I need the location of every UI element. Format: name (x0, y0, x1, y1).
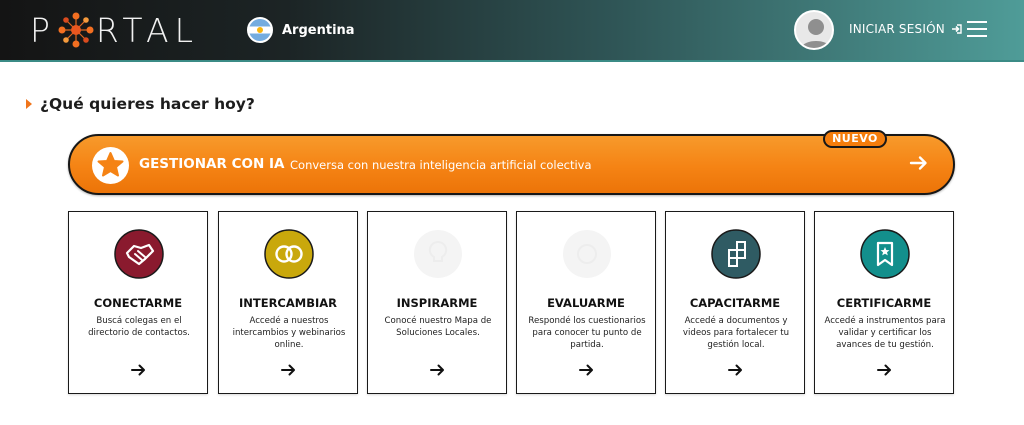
login-label: INICIAR SESIÓN (849, 22, 945, 36)
logo-text-left: P (30, 10, 56, 50)
user-silhouette-icon (800, 19, 832, 48)
card-title: CERTIFICARME (836, 296, 932, 310)
arrow-right-icon (728, 364, 742, 376)
handshake-icon (114, 229, 164, 279)
card-intercambiar[interactable]: INTERCAMBIAR Accedé a nuestros intercamb… (218, 211, 358, 394)
card-description: Respondé los cuestionarios para conocer … (528, 316, 646, 350)
card-capacitarme[interactable]: CAPACITARME Accedé a documentos y videos… (665, 211, 805, 394)
portal-logo[interactable]: P RTAL (30, 10, 199, 50)
card-title: INTERCAMBIAR (238, 296, 338, 310)
ia-description: Conversa con nuestra inteligencia artifi… (290, 158, 592, 172)
card-title: INSPIRARME (396, 296, 478, 310)
card-inspirarme[interactable]: INSPIRARME Conocé nuestro Mapa de Soluci… (367, 211, 507, 394)
card-title: CAPACITARME (689, 296, 781, 310)
card-description: Accedé a instrumentos para validar y cer… (824, 316, 946, 350)
question-heading: ¿Qué quieres hacer hoy? (26, 95, 255, 113)
new-badge: NUEVO (823, 130, 887, 148)
arrow-right-icon (877, 364, 891, 376)
gestionar-ia-banner[interactable]: GESTIONAR CON IA Conversa con nuestra in… (68, 134, 955, 195)
card-evaluarme[interactable]: EVALUARME Respondé los cuestionarios par… (516, 211, 656, 394)
hamburger-icon[interactable] (967, 21, 987, 37)
checklist-icon (563, 230, 611, 278)
card-title: CONECTARME (93, 296, 183, 310)
card-title: EVALUARME (547, 296, 625, 310)
card-description: Buscá colegas en el directorio de contac… (88, 316, 190, 338)
arrow-right-icon (909, 156, 927, 170)
page-title: ¿Qué quieres hacer hoy? (40, 95, 255, 113)
logo-text-right: RTAL (95, 10, 199, 50)
triangle-bullet-icon (26, 99, 32, 109)
card-description: Accedé a documentos y videos para fortal… (682, 316, 790, 350)
country-selector[interactable]: Argentina (247, 17, 355, 43)
avatar[interactable] (794, 10, 834, 50)
top-navbar: P RTAL Argentina INICIAR SESIÓN (0, 0, 1024, 62)
card-description: Accedé a nuestros intercambios y webinar… (232, 316, 346, 350)
card-certificarme[interactable]: CERTIFICARME Accedé a instrumentos para … (814, 211, 954, 394)
certificate-icon (860, 229, 910, 279)
sign-in-icon (951, 24, 962, 34)
ai-star-icon (92, 147, 129, 184)
blocks-icon (711, 229, 761, 279)
linked-rings-icon (264, 229, 314, 279)
arrow-right-icon (281, 364, 295, 376)
card-conectarme[interactable]: CONECTARME Buscá colegas en el directori… (68, 211, 208, 394)
argentina-flag-icon (247, 17, 273, 43)
arrow-right-icon (579, 364, 593, 376)
arrow-right-icon (131, 364, 145, 376)
arrow-right-icon (430, 364, 444, 376)
login-button[interactable]: INICIAR SESIÓN (849, 22, 962, 36)
country-label: Argentina (282, 22, 355, 38)
lightbulb-icon (414, 230, 462, 278)
ia-title: GESTIONAR CON IA (139, 156, 285, 172)
logo-network-icon (58, 12, 94, 48)
card-description: Conocé nuestro Mapa de Soluciones Locale… (384, 316, 492, 338)
